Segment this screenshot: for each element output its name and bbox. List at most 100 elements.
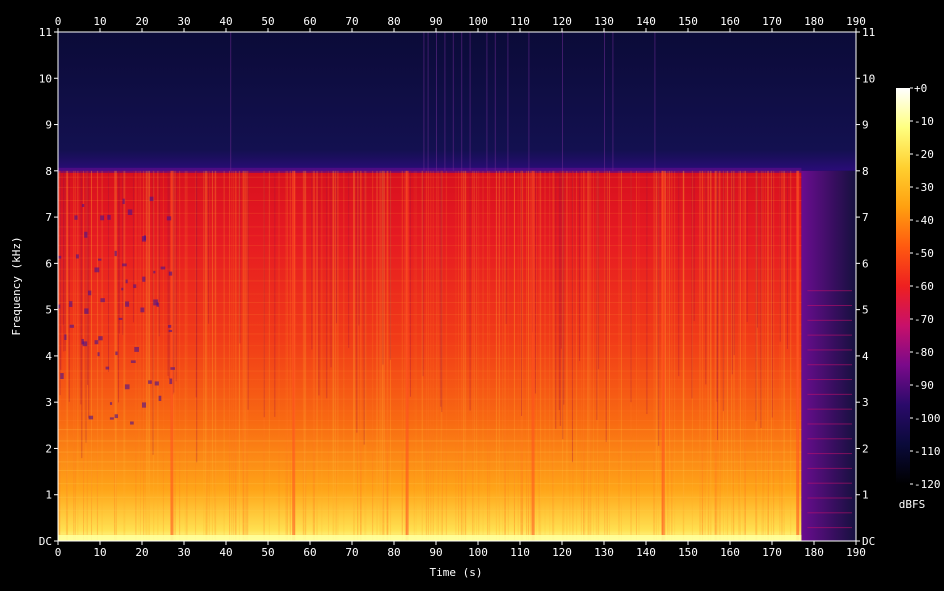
x-tick-label: 120 bbox=[552, 546, 572, 559]
transient-streak bbox=[404, 170, 406, 541]
transient-streak bbox=[762, 170, 764, 541]
x-tick-label: 20 bbox=[135, 546, 148, 559]
transient-streak bbox=[576, 170, 578, 541]
transient-streak bbox=[552, 170, 554, 541]
fadeout-harmonic bbox=[807, 467, 852, 469]
transient-streak bbox=[285, 170, 287, 541]
x-tick-label: 180 bbox=[804, 546, 824, 559]
transient-streak bbox=[781, 170, 783, 541]
transient-streak bbox=[115, 170, 117, 541]
harmonic-line bbox=[58, 345, 802, 347]
colorbar-tick-label: +0 bbox=[914, 82, 927, 95]
colorbar-tick-label: -80 bbox=[914, 346, 934, 359]
quiet-patch bbox=[156, 302, 159, 307]
transient-streak bbox=[305, 170, 307, 541]
dark-streak bbox=[558, 170, 560, 411]
fadeout-harmonic bbox=[807, 408, 852, 410]
y-tick-label: 4 bbox=[45, 350, 52, 363]
high-band-line bbox=[469, 32, 471, 171]
transient-streak bbox=[587, 170, 589, 541]
quiet-patch bbox=[74, 215, 78, 220]
quiet-patch bbox=[118, 317, 123, 320]
y-tick-label: 3 bbox=[45, 396, 52, 409]
dark-streak bbox=[175, 170, 177, 382]
transient-streak bbox=[606, 170, 608, 541]
quiet-patch bbox=[81, 204, 85, 207]
dark-streak bbox=[64, 170, 66, 351]
y-tick-label: 1 bbox=[45, 489, 52, 502]
fadeout-harmonic bbox=[807, 482, 852, 484]
harmonic-line bbox=[58, 496, 802, 498]
colorbar-tick-label: -30 bbox=[914, 181, 934, 194]
quiet-patch bbox=[88, 415, 94, 420]
section-break bbox=[292, 170, 296, 541]
quiet-patch bbox=[122, 198, 125, 205]
transient-streak bbox=[708, 170, 710, 541]
dark-streak bbox=[605, 170, 607, 442]
dark-streak bbox=[571, 170, 573, 463]
quiet-patch bbox=[114, 250, 117, 257]
transient-streak bbox=[544, 170, 546, 541]
transient-streak bbox=[638, 170, 640, 541]
high-band-line bbox=[654, 32, 656, 171]
transient-streak bbox=[74, 170, 76, 541]
dark-streak bbox=[68, 170, 70, 402]
quiet-patch bbox=[160, 266, 166, 270]
quiet-patch bbox=[149, 196, 154, 202]
fadeout-harmonic bbox=[807, 512, 852, 514]
transient-streak bbox=[436, 170, 438, 541]
transient-streak bbox=[782, 170, 784, 541]
quiet-patch bbox=[82, 341, 88, 347]
transient-streak bbox=[553, 170, 555, 541]
quiet-patch bbox=[140, 307, 145, 313]
transient-streak bbox=[738, 170, 740, 541]
quiet-patch bbox=[142, 402, 147, 408]
transient-streak bbox=[472, 170, 474, 541]
harmonic-line bbox=[58, 470, 802, 472]
dark-streak bbox=[326, 170, 328, 399]
band-fadeout bbox=[801, 170, 856, 541]
transient-streak bbox=[387, 170, 389, 541]
quiet-patch bbox=[158, 395, 162, 401]
transient-streak bbox=[67, 170, 69, 541]
transient-streak bbox=[507, 170, 509, 541]
quiet-patch bbox=[130, 360, 136, 364]
quiet-patch bbox=[97, 352, 100, 357]
colorbar-tick-label: -90 bbox=[914, 379, 934, 392]
x-tick-label: 40 bbox=[219, 15, 232, 28]
colorbar-tick-label: -60 bbox=[914, 280, 934, 293]
high-band-line bbox=[436, 32, 437, 171]
transient-streak bbox=[179, 170, 181, 541]
fadeout-harmonic bbox=[807, 334, 852, 336]
dc-strip bbox=[58, 535, 802, 541]
dark-streak bbox=[158, 170, 160, 337]
dark-streak bbox=[409, 170, 411, 397]
transient-streak bbox=[91, 170, 93, 541]
transient-streak bbox=[140, 170, 142, 541]
x-tick-label: 10 bbox=[93, 546, 106, 559]
high-band-line bbox=[444, 32, 446, 171]
transient-streak bbox=[719, 170, 721, 541]
x-tick-label: 140 bbox=[636, 15, 656, 28]
transient-streak bbox=[413, 170, 415, 541]
colorbar-tick-label: -100 bbox=[914, 412, 941, 425]
harmonic-line bbox=[58, 235, 802, 237]
transient-streak bbox=[73, 170, 75, 541]
transient-streak bbox=[421, 170, 423, 541]
transient-streak bbox=[487, 170, 489, 541]
quiet-patch bbox=[153, 270, 156, 274]
transient-streak bbox=[124, 170, 126, 541]
transient-streak bbox=[312, 170, 314, 541]
x-tick-label: 60 bbox=[303, 15, 316, 28]
fadeout-harmonic bbox=[807, 364, 852, 366]
y-tick-label: 2 bbox=[45, 442, 52, 455]
transient-streak bbox=[233, 170, 235, 541]
dark-streak bbox=[786, 170, 788, 349]
transient-streak bbox=[83, 170, 85, 541]
transient-streak bbox=[143, 170, 145, 541]
x-tick-label: 40 bbox=[219, 546, 232, 559]
transient-streak bbox=[478, 170, 480, 541]
transient-streak bbox=[372, 170, 374, 541]
y-tick-label: 11 bbox=[39, 26, 52, 39]
transient-streak bbox=[313, 170, 315, 541]
